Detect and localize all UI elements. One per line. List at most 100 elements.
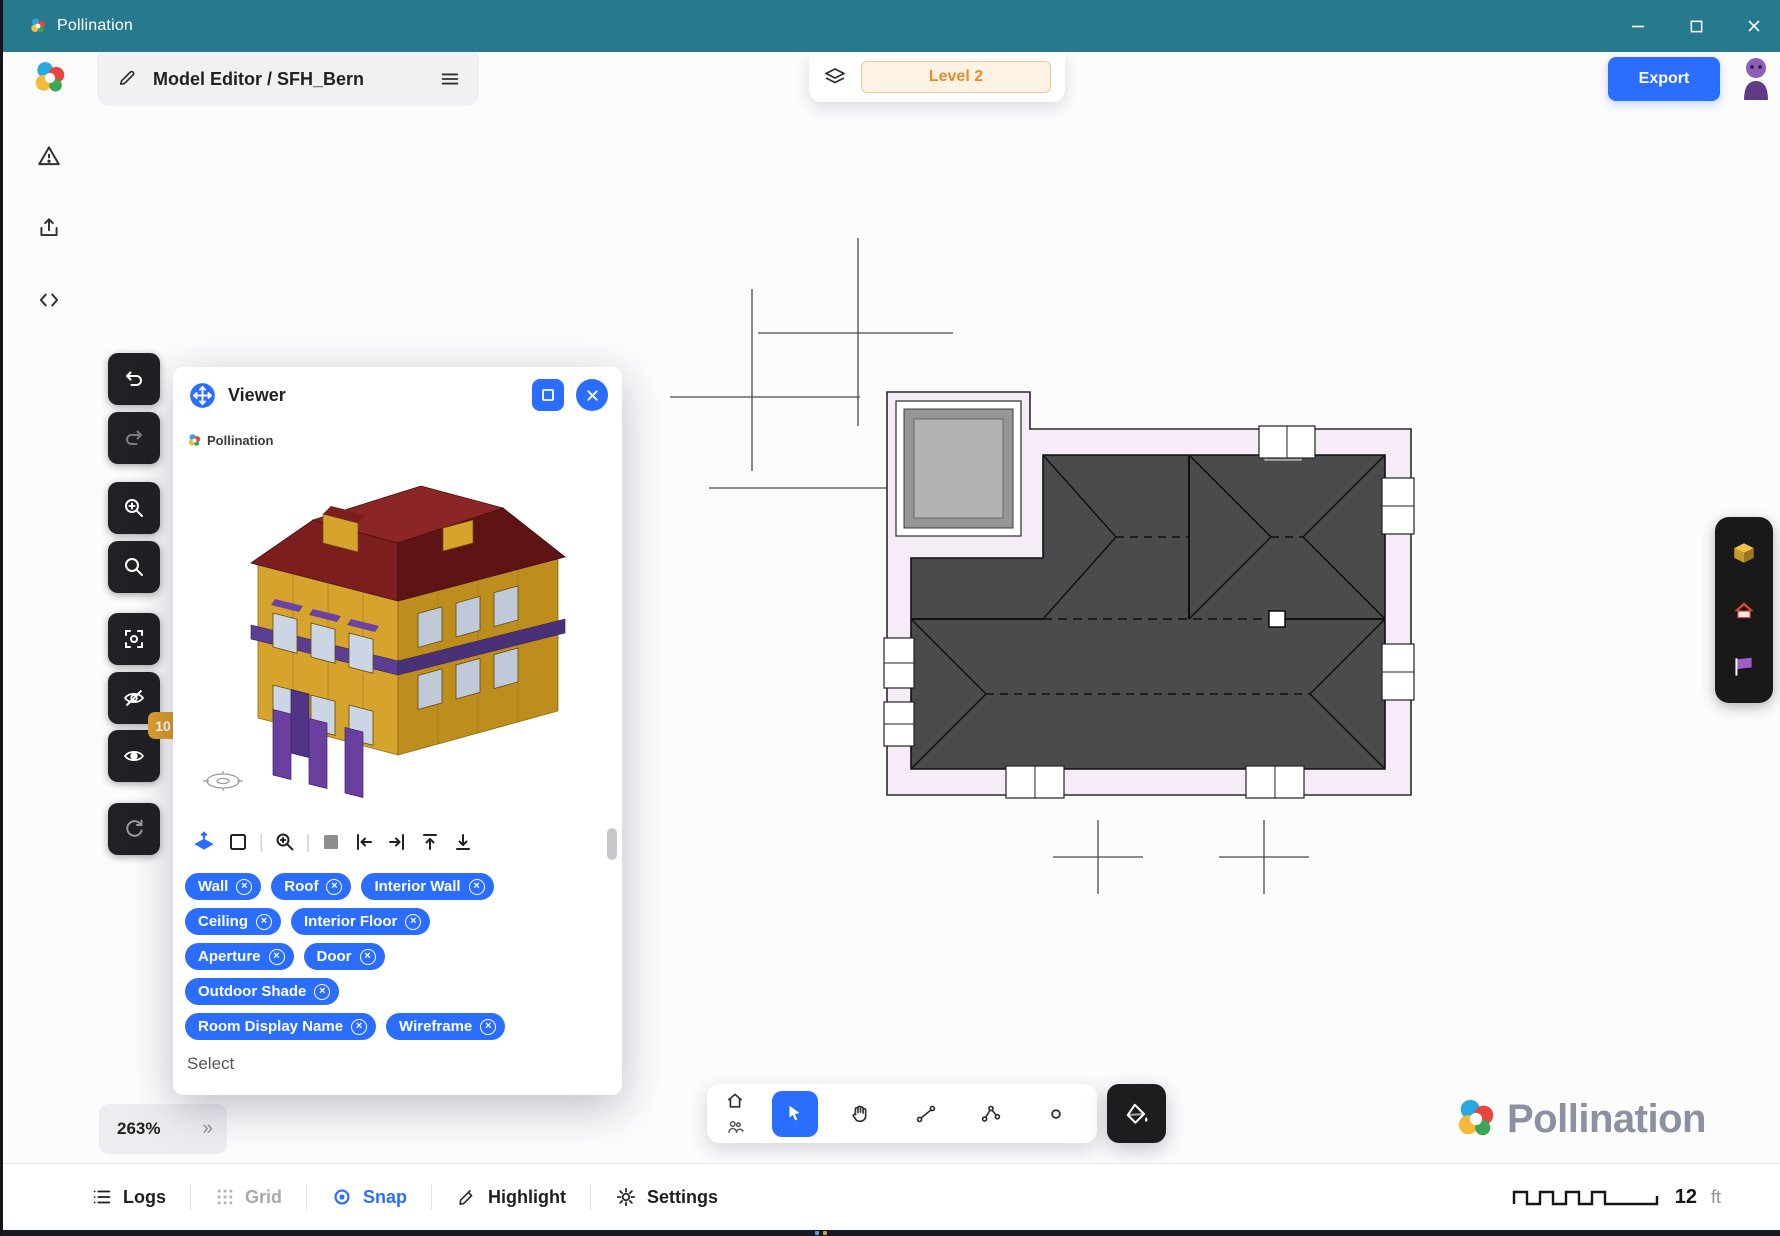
viewer-header: Viewer bbox=[173, 367, 622, 423]
chip-ceiling[interactable]: Ceiling× bbox=[185, 908, 281, 935]
arrow-left-to-bar-icon[interactable] bbox=[352, 830, 376, 854]
square-select-icon[interactable] bbox=[226, 830, 250, 854]
line-tool-button[interactable] bbox=[903, 1091, 948, 1137]
filled-square-icon[interactable] bbox=[319, 830, 343, 854]
statusbar: Logs Grid Snap Highlight Settings 12 ft bbox=[3, 1163, 1780, 1230]
snap-toggle[interactable]: Snap bbox=[331, 1186, 407, 1208]
remove-chip-icon[interactable]: × bbox=[360, 949, 376, 965]
view-plan-button[interactable] bbox=[1722, 645, 1766, 689]
view-roof-button[interactable] bbox=[1722, 588, 1766, 632]
ground-gizmo-icon bbox=[203, 771, 243, 791]
brand-logo: Pollination bbox=[1453, 1095, 1706, 1143]
statusbar-divider bbox=[190, 1184, 191, 1210]
chip-interior-wall[interactable]: Interior Wall× bbox=[361, 873, 493, 900]
view-3d-cube-button[interactable] bbox=[1722, 531, 1766, 575]
highlight-toggle[interactable]: Highlight bbox=[456, 1186, 566, 1208]
zoom-expand-chevrons[interactable]: » bbox=[202, 1118, 213, 1140]
taskbar-edge bbox=[3, 1230, 1780, 1236]
rooms-people-icon[interactable] bbox=[723, 1115, 747, 1139]
scale-indicator: 12 ft bbox=[1511, 1184, 1721, 1210]
statusbar-divider bbox=[306, 1184, 307, 1210]
arrow-right-to-bar-icon[interactable] bbox=[385, 830, 409, 854]
minimize-button[interactable] bbox=[1609, 0, 1667, 52]
refresh-button[interactable] bbox=[108, 803, 160, 855]
remove-chip-icon[interactable]: × bbox=[256, 914, 272, 930]
level-selector-card: Level 2 bbox=[809, 52, 1065, 102]
brand-wordmark: Pollination bbox=[1507, 1097, 1706, 1142]
titlebar: Pollination bbox=[3, 0, 1780, 52]
arrow-down-to-bar-icon[interactable] bbox=[451, 830, 475, 854]
view-mode-toolbar bbox=[1715, 517, 1773, 703]
viewer-3d-viewport[interactable]: Pollination bbox=[173, 423, 622, 819]
zoom-indicator[interactable]: 263% » bbox=[99, 1104, 227, 1154]
viewer-title: Viewer bbox=[228, 385, 532, 406]
viewer-close-button[interactable] bbox=[576, 379, 608, 411]
select-tool-button[interactable] bbox=[772, 1091, 817, 1137]
statusbar-divider bbox=[431, 1184, 432, 1210]
brand-flower-icon bbox=[1453, 1095, 1499, 1143]
menu-hamburger-icon[interactable] bbox=[439, 68, 461, 90]
viewer-watermark: Pollination bbox=[187, 433, 273, 448]
pollination-logo-icon[interactable] bbox=[31, 58, 69, 98]
undo-button[interactable] bbox=[108, 353, 160, 405]
remove-chip-icon[interactable]: × bbox=[269, 949, 285, 965]
statusbar-divider bbox=[590, 1184, 591, 1210]
pan-tool-button[interactable] bbox=[838, 1091, 883, 1137]
floor-plan bbox=[884, 392, 1414, 798]
remove-chip-icon[interactable]: × bbox=[314, 984, 330, 1000]
zoom-in-button[interactable] bbox=[108, 482, 160, 534]
chip-aperture[interactable]: Aperture× bbox=[185, 943, 294, 970]
scale-ruler-icon bbox=[1511, 1184, 1661, 1210]
close-button[interactable] bbox=[1725, 0, 1780, 52]
chip-outdoor-shade[interactable]: Outdoor Shade× bbox=[185, 978, 339, 1005]
layers-icon[interactable] bbox=[823, 65, 847, 89]
page-title: Model Editor / SFH_Bern bbox=[153, 69, 439, 90]
remove-chip-icon[interactable]: × bbox=[351, 1019, 367, 1035]
settings-button[interactable]: Settings bbox=[615, 1186, 718, 1208]
point-tool-button[interactable] bbox=[1034, 1091, 1079, 1137]
share-upload-button[interactable] bbox=[33, 212, 65, 244]
viewer-scrollbar[interactable] bbox=[607, 828, 617, 860]
remove-chip-icon[interactable]: × bbox=[405, 914, 421, 930]
chip-interior-floor[interactable]: Interior Floor× bbox=[291, 908, 430, 935]
maximize-button[interactable] bbox=[1667, 0, 1725, 52]
zoom-selected-button[interactable] bbox=[108, 613, 160, 665]
logs-button[interactable]: Logs bbox=[91, 1186, 166, 1208]
viewer-toolbar: | | bbox=[173, 819, 622, 865]
model-editor-card: Model Editor / SFH_Bern bbox=[97, 52, 479, 106]
edit-pencil-icon[interactable] bbox=[117, 68, 139, 90]
chip-door[interactable]: Door× bbox=[304, 943, 385, 970]
chip-roof[interactable]: Roof× bbox=[271, 873, 351, 900]
app-logo-icon bbox=[29, 17, 47, 35]
chip-room-display-name[interactable]: Room Display Name× bbox=[185, 1013, 376, 1040]
chip-wireframe[interactable]: Wireframe× bbox=[386, 1013, 505, 1040]
remove-chip-icon[interactable]: × bbox=[480, 1019, 496, 1035]
viewer-maximize-button[interactable] bbox=[532, 379, 564, 411]
toolbar-separator: | bbox=[306, 832, 311, 853]
scale-unit: ft bbox=[1711, 1187, 1721, 1208]
window-title: Pollination bbox=[57, 17, 133, 35]
home-icon[interactable] bbox=[723, 1089, 747, 1113]
avatar[interactable] bbox=[1736, 54, 1776, 100]
remove-chip-icon[interactable]: × bbox=[326, 879, 342, 895]
building-3d-model bbox=[173, 423, 622, 819]
move-handle-icon[interactable] bbox=[189, 382, 216, 409]
chip-wall[interactable]: Wall× bbox=[185, 873, 261, 900]
paint-bucket-button[interactable] bbox=[1107, 1084, 1166, 1143]
section-view-icon[interactable] bbox=[191, 829, 217, 855]
code-button[interactable] bbox=[33, 284, 65, 316]
arrow-up-to-bar-icon[interactable] bbox=[418, 830, 442, 854]
draw-toolbar bbox=[707, 1084, 1097, 1143]
zoom-extents-icon[interactable] bbox=[273, 830, 297, 854]
scale-value: 12 bbox=[1675, 1186, 1697, 1209]
redo-button[interactable] bbox=[108, 412, 160, 464]
export-button[interactable]: Export bbox=[1608, 57, 1720, 101]
polyline-tool-button[interactable] bbox=[968, 1091, 1013, 1137]
remove-chip-icon[interactable]: × bbox=[236, 879, 252, 895]
warnings-button[interactable] bbox=[33, 140, 65, 172]
toolbar-separator: | bbox=[259, 832, 264, 853]
grid-toggle[interactable]: Grid bbox=[215, 1187, 282, 1208]
remove-chip-icon[interactable]: × bbox=[469, 879, 485, 895]
level-button[interactable]: Level 2 bbox=[861, 61, 1051, 93]
search-zoom-button[interactable] bbox=[108, 541, 160, 593]
